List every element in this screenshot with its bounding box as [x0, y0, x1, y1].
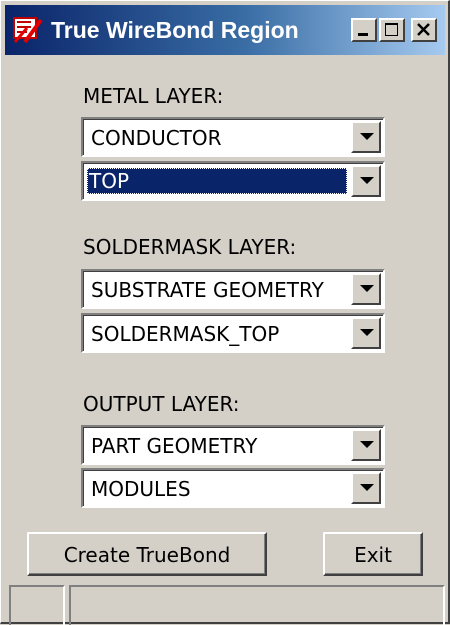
app-logo-icon [13, 17, 43, 44]
soldermask-subclass-dropdown-button[interactable] [351, 317, 381, 349]
soldermask-class-dropdown-button[interactable] [351, 273, 381, 305]
maximize-icon [385, 23, 398, 36]
soldermask-class-value: SUBSTRATE GEOMETRY [91, 278, 324, 302]
chevron-down-icon [360, 484, 374, 491]
output-layer-label: OUTPUT LAYER: [83, 392, 240, 416]
output-subclass-value: MODULES [91, 477, 191, 501]
chevron-down-icon [360, 441, 374, 448]
output-subclass-select[interactable]: MODULES [81, 468, 385, 508]
soldermask-class-select[interactable]: SUBSTRATE GEOMETRY [81, 269, 385, 309]
status-pane-left [9, 585, 65, 625]
output-class-select[interactable]: PART GEOMETRY [81, 425, 385, 465]
soldermask-layer-label: SOLDERMASK LAYER: [83, 235, 297, 259]
output-class-dropdown-button[interactable] [351, 429, 381, 461]
exit-label: Exit [354, 543, 392, 567]
chevron-down-icon [360, 329, 374, 336]
chevron-down-icon [360, 133, 374, 140]
output-subclass-dropdown-button[interactable] [351, 472, 381, 504]
soldermask-subclass-value: SOLDERMASK_TOP [91, 322, 280, 346]
exit-button[interactable]: Exit [323, 532, 423, 576]
metal-class-dropdown-button[interactable] [351, 121, 381, 153]
output-class-value: PART GEOMETRY [91, 434, 258, 458]
window-title: True WireBond Region [51, 17, 299, 43]
close-icon [417, 23, 430, 36]
status-pane-main [69, 585, 445, 625]
true-wirebond-window: True WireBond Region METAL LAYER: CONDUC… [0, 0, 450, 625]
create-truebond-button[interactable]: Create TrueBond [27, 532, 267, 576]
metal-subclass-value: TOP [87, 168, 347, 194]
metal-subclass-dropdown-button[interactable] [351, 165, 381, 197]
soldermask-subclass-select[interactable]: SOLDERMASK_TOP [81, 313, 385, 353]
chevron-down-icon [360, 285, 374, 292]
minimize-button[interactable] [351, 18, 377, 42]
metal-class-select[interactable]: CONDUCTOR [81, 117, 385, 157]
create-truebond-label: Create TrueBond [63, 543, 231, 567]
close-button[interactable] [411, 18, 437, 42]
maximize-button[interactable] [379, 18, 405, 42]
chevron-down-icon [360, 177, 374, 184]
minimize-icon [358, 33, 368, 36]
metal-layer-label: METAL LAYER: [83, 84, 224, 108]
metal-class-value: CONDUCTOR [91, 126, 222, 150]
metal-subclass-select[interactable]: TOP [81, 161, 385, 201]
title-bar[interactable]: True WireBond Region [5, 5, 445, 55]
